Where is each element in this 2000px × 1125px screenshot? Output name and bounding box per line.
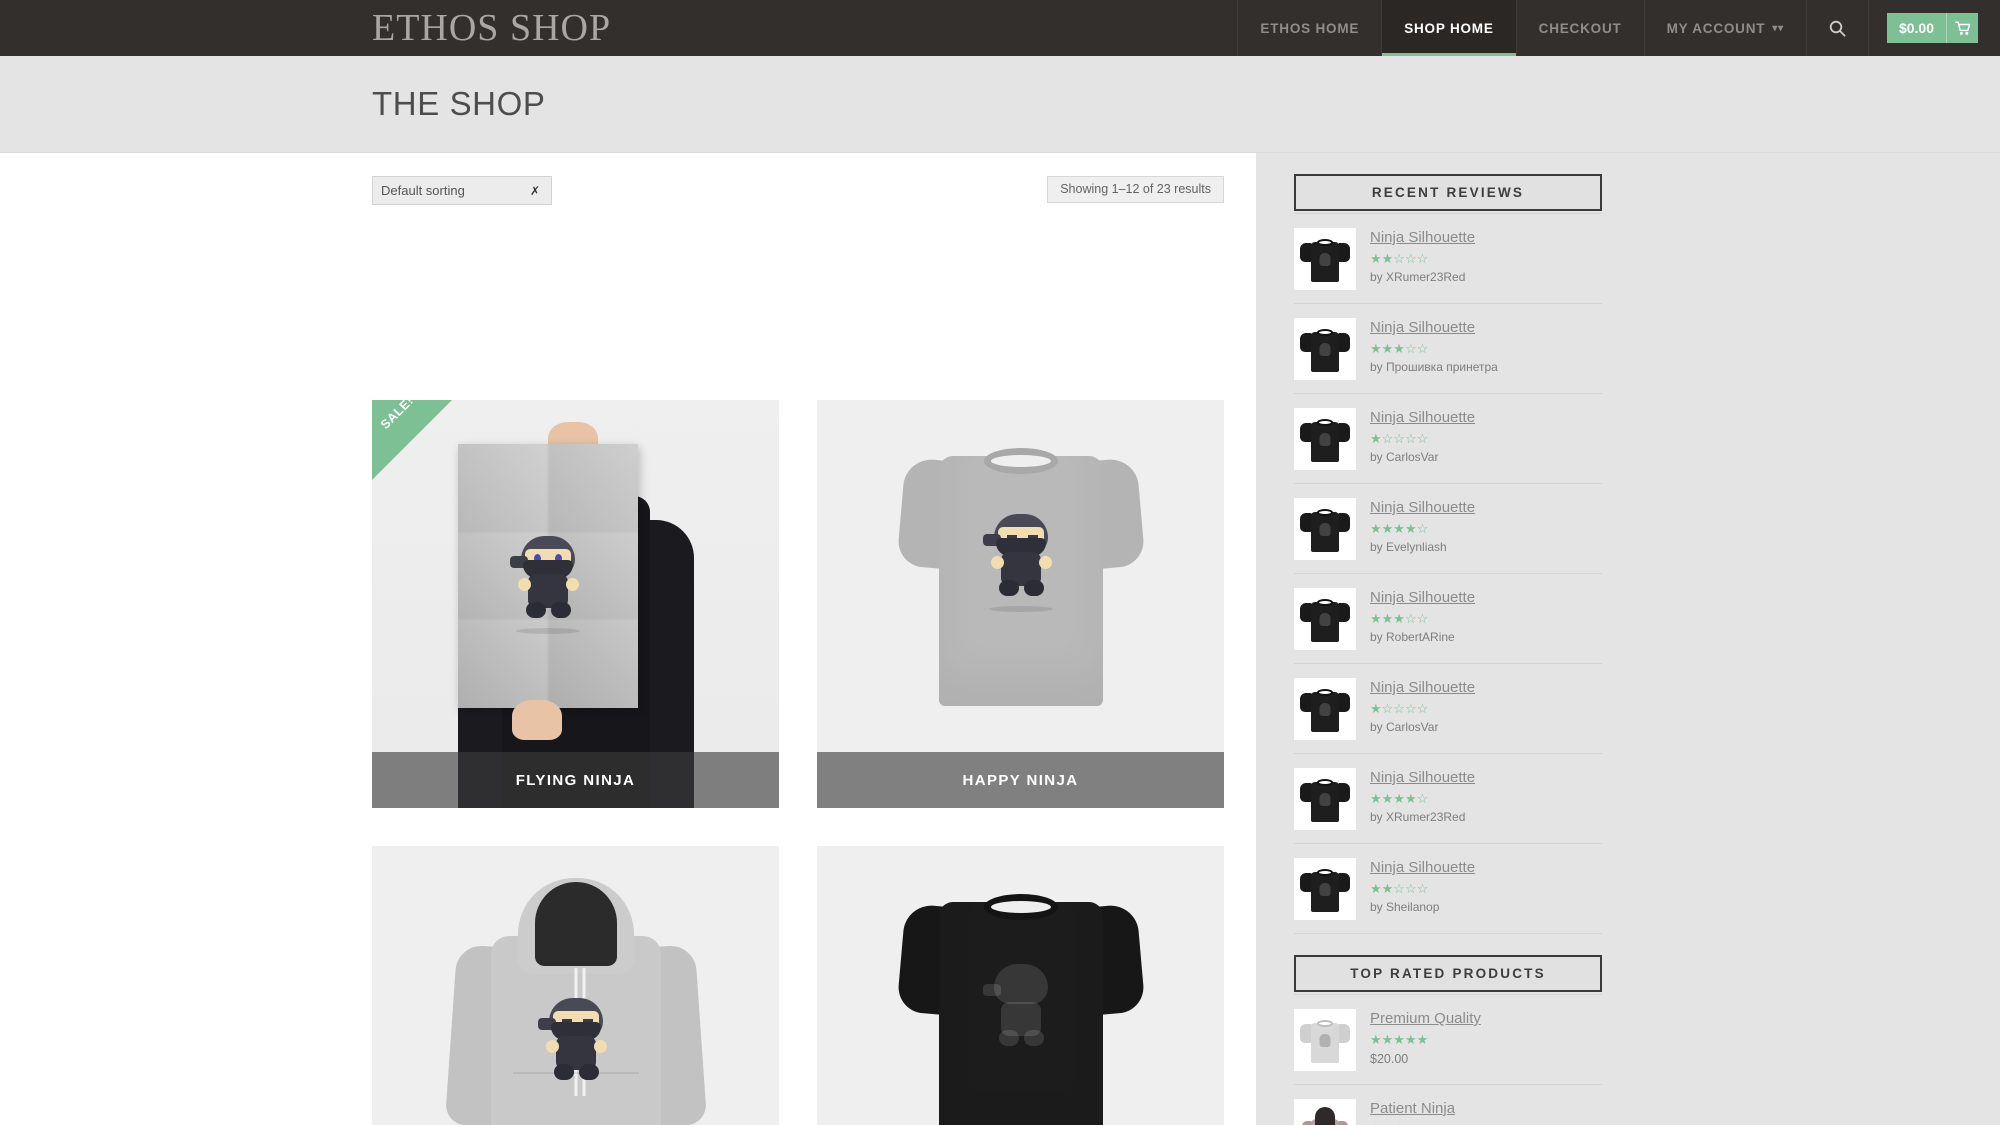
review-product-link[interactable]: Ninja Silhouette	[1370, 859, 1602, 878]
review-product-link[interactable]: Ninja Silhouette	[1370, 589, 1602, 608]
cart-button[interactable]: $0.00	[1867, 0, 2000, 56]
review-author: by RobertARine	[1370, 629, 1455, 644]
ninja-mascot	[524, 998, 628, 1098]
shop-toolbar: Default sorting ✗ Showing 1–12 of 23 res…	[372, 153, 1224, 215]
product-thumbnail	[1294, 1099, 1356, 1125]
cart-icon	[1946, 13, 1978, 43]
review-product-link[interactable]: Ninja Silhouette	[1370, 229, 1602, 248]
review-author: by XRumer23Red	[1370, 269, 1466, 284]
product-thumbnail	[1294, 498, 1356, 560]
tshirt-gray	[895, 438, 1146, 708]
star-rating: ★★☆☆☆	[1370, 880, 1429, 896]
ninja-mascot	[969, 514, 1073, 614]
star-rating: ★☆☆☆☆	[1370, 430, 1429, 446]
product-thumbnail	[1294, 588, 1356, 650]
product-image	[372, 846, 779, 1125]
review-product-link[interactable]: Ninja Silhouette	[1370, 769, 1602, 788]
main-navigation: ETHOS HOME SHOP HOME CHECKOUT MY ACCOUNT…	[1237, 0, 2000, 56]
product-card[interactable]: HAPPY NINJA	[817, 400, 1224, 808]
product-link[interactable]: Premium Quality	[1370, 1010, 1602, 1029]
nav-item-my-account[interactable]: MY ACCOUNT ▾▾	[1643, 0, 1806, 56]
review-product-link[interactable]: Ninja Silhouette	[1370, 409, 1602, 428]
review-product-link[interactable]: Ninja Silhouette	[1370, 679, 1602, 698]
product-link[interactable]: Patient Ninja	[1370, 1100, 1602, 1119]
product-image	[817, 846, 1224, 1125]
model-hand-bottom	[512, 700, 562, 740]
review-author: by Evelynliash	[1370, 539, 1447, 554]
review-author: by XRumer23Red	[1370, 809, 1466, 824]
star-rating: ★☆☆☆☆	[1370, 700, 1429, 716]
list-item[interactable]: Ninja Silhouette ★★★★☆ by Evelynliash	[1294, 484, 1602, 574]
cart-box: $0.00	[1886, 13, 1978, 43]
star-rating: ★★★☆☆	[1370, 340, 1429, 356]
product-card[interactable]: HAPPY NINJA	[372, 846, 779, 1125]
hoodie-gray	[444, 872, 707, 1125]
review-product-link[interactable]: Ninja Silhouette	[1370, 499, 1602, 518]
star-rating: ★★★☆☆	[1370, 610, 1429, 626]
product-card[interactable]: NINJA SILHOUETTE	[817, 846, 1224, 1125]
product-thumbnail	[1294, 408, 1356, 470]
search-button[interactable]	[1805, 0, 1868, 56]
list-item[interactable]: Ninja Silhouette ★★★★☆ by XRumer23Red	[1294, 754, 1602, 844]
star-rating: ★★★★☆	[1370, 520, 1429, 536]
nav-label: CHECKOUT	[1538, 20, 1622, 36]
sort-select[interactable]: Default sorting	[372, 176, 552, 205]
poster-sheet	[458, 444, 638, 708]
sale-badge	[372, 400, 452, 480]
list-item[interactable]: Ninja Silhouette ★★☆☆☆ by XRumer23Red	[1294, 213, 1602, 304]
sidebar: RECENT REVIEWS Ninja Silhouette ★★☆☆☆ by…	[1294, 153, 1602, 1125]
nav-item-shop-home[interactable]: SHOP HOME	[1381, 0, 1517, 56]
nav-item-checkout[interactable]: CHECKOUT	[1515, 0, 1644, 56]
list-item[interactable]: Patient Ninja ★★★★★ $35.00	[1294, 1085, 1602, 1125]
result-count: Showing 1–12 of 23 results	[1047, 176, 1224, 203]
list-item[interactable]: Premium Quality ★★★★★ $20.00	[1294, 994, 1602, 1085]
product-title: FLYING NINJA	[372, 752, 779, 808]
product-title: HAPPY NINJA	[817, 752, 1224, 808]
review-author: by Sheilanop	[1370, 899, 1440, 914]
review-product-link[interactable]: Ninja Silhouette	[1370, 319, 1602, 338]
review-author: by CarlosVar	[1370, 719, 1439, 734]
star-rating: ★★☆☆☆	[1370, 250, 1429, 266]
sort-select-wrapper: Default sorting ✗	[372, 176, 552, 205]
site-header: ETHOS SHOP ETHOS HOME SHOP HOME CHECKOUT…	[0, 0, 2000, 56]
product-grid: SALE! FLYING NINJA HAPPY NINJA	[372, 400, 1224, 1125]
product-thumbnail	[1294, 1009, 1356, 1071]
nav-label: ETHOS HOME	[1260, 20, 1360, 36]
search-icon	[1829, 20, 1846, 37]
list-item[interactable]: Ninja Silhouette ★★☆☆☆ by Sheilanop	[1294, 844, 1602, 934]
widget-title-recent-reviews: RECENT REVIEWS	[1294, 174, 1602, 211]
page-title-band: THE SHOP	[0, 56, 2000, 153]
product-thumbnail	[1294, 858, 1356, 920]
chevron-down-icon: ▾▾	[1772, 22, 1784, 34]
product-price: $20.00	[1370, 1051, 1409, 1066]
list-item[interactable]: Ninja Silhouette ★☆☆☆☆ by CarlosVar	[1294, 664, 1602, 754]
product-thumbnail	[1294, 678, 1356, 740]
review-author: by CarlosVar	[1370, 449, 1439, 464]
star-rating: ★★★★☆	[1370, 790, 1429, 806]
tshirt-black	[895, 884, 1146, 1125]
nav-item-ethos-home[interactable]: ETHOS HOME	[1237, 0, 1381, 56]
review-author: by Прошивка принетра	[1370, 359, 1498, 374]
nav-label: MY ACCOUNT	[1666, 20, 1766, 36]
list-item[interactable]: Ninja Silhouette ★★★☆☆ by Прошивка прине…	[1294, 304, 1602, 394]
list-item[interactable]: Ninja Silhouette ★☆☆☆☆ by CarlosVar	[1294, 394, 1602, 484]
cart-total: $0.00	[1898, 20, 1934, 36]
recent-reviews-list: Ninja Silhouette ★★☆☆☆ by XRumer23Red Ni…	[1294, 213, 1602, 934]
list-item[interactable]: Ninja Silhouette ★★★☆☆ by RobertARine	[1294, 574, 1602, 664]
ninja-silhouette	[969, 964, 1073, 1064]
product-thumbnail	[1294, 768, 1356, 830]
product-thumbnail	[1294, 228, 1356, 290]
shop-toolbar-row: Default sorting ✗ Showing 1–12 of 23 res…	[372, 153, 1224, 215]
page-body: Default sorting ✗ Showing 1–12 of 23 res…	[0, 153, 2000, 1125]
page-title: THE SHOP	[372, 85, 546, 122]
product-thumbnail	[1294, 318, 1356, 380]
top-rated-list: Premium Quality ★★★★★ $20.00 Patient Nin…	[1294, 994, 1602, 1125]
product-card[interactable]: SALE! FLYING NINJA	[372, 400, 779, 808]
ninja-mascot	[496, 536, 600, 636]
star-rating: ★★★★★	[1370, 1031, 1429, 1047]
site-brand[interactable]: ETHOS SHOP	[372, 0, 611, 56]
widget-title-top-rated: TOP RATED PRODUCTS	[1294, 955, 1602, 992]
product-image	[817, 400, 1224, 808]
nav-label: SHOP HOME	[1404, 20, 1494, 36]
